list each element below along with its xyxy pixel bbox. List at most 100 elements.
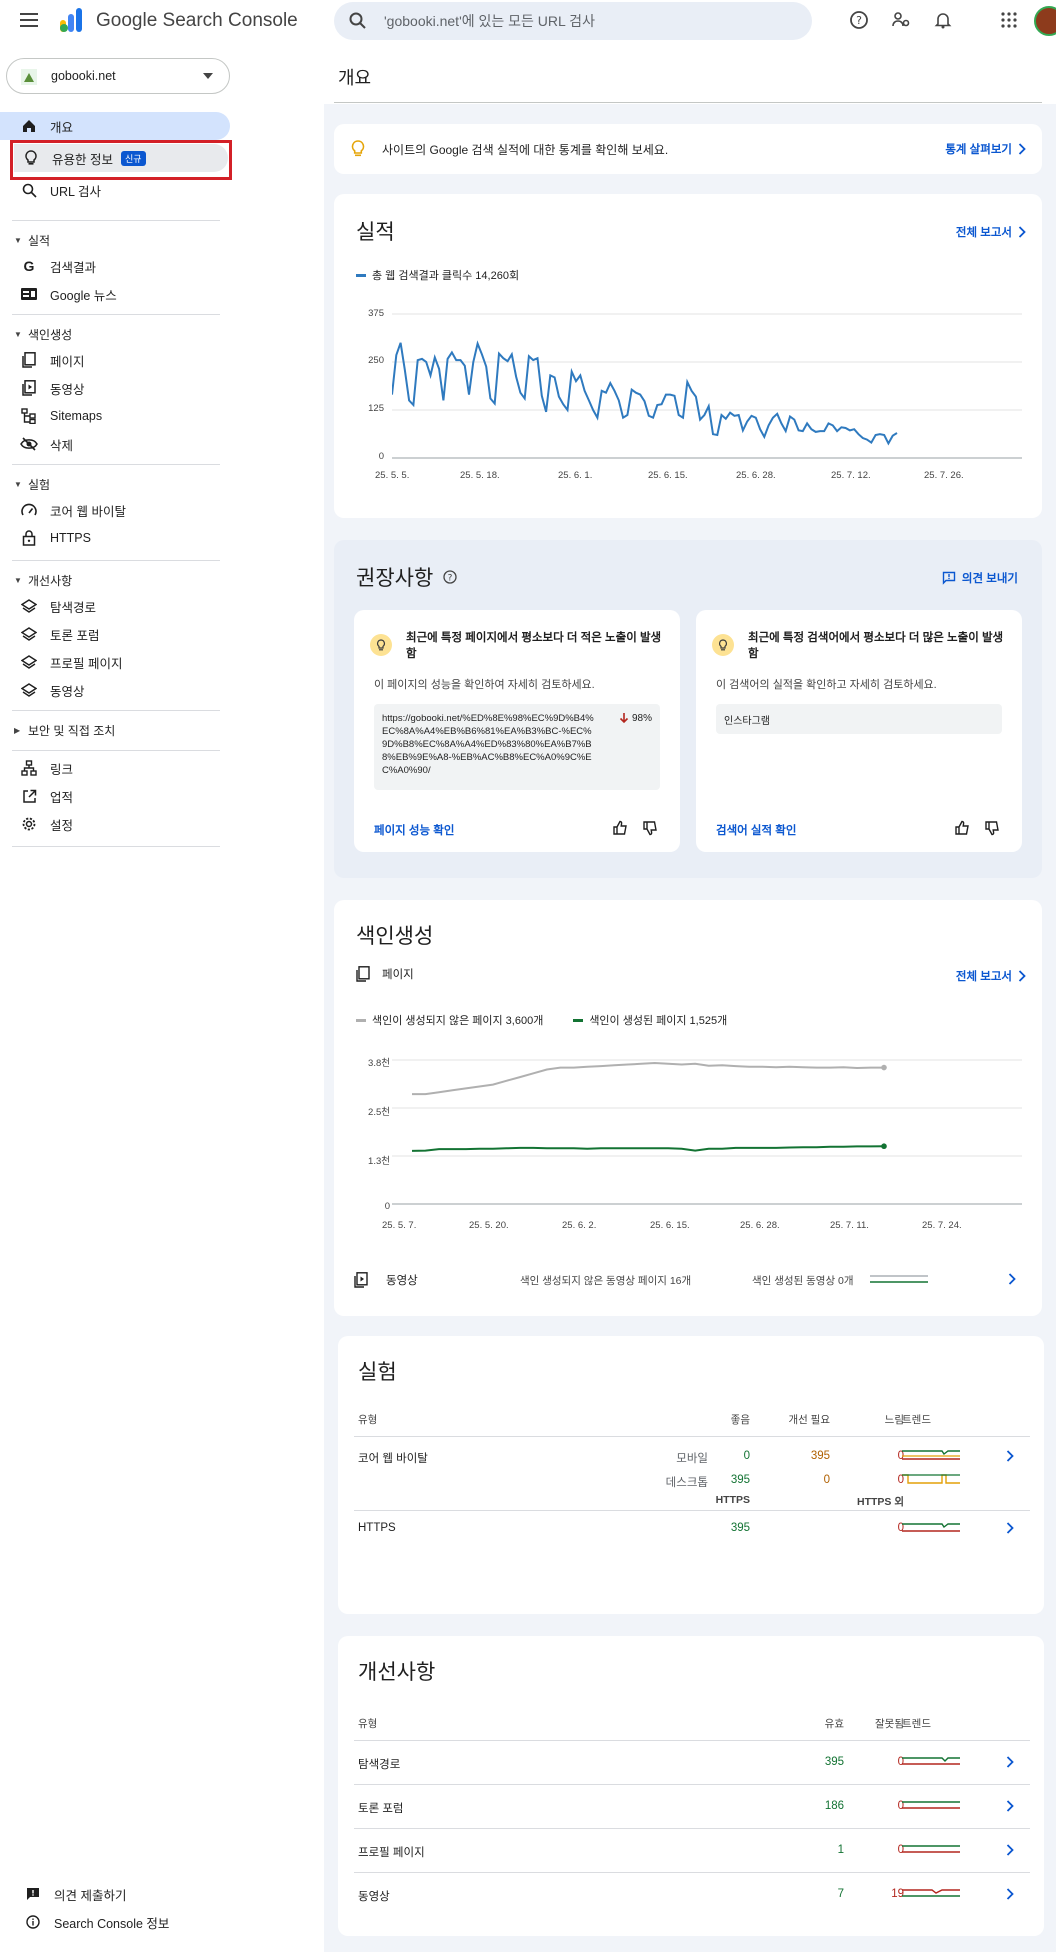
full-report-link[interactable]: 전체 보고서 <box>956 224 1026 240</box>
expand-triangle-icon: ▼ <box>14 575 22 585</box>
sidebar-item-links[interactable]: 링크 <box>12 754 230 782</box>
sidebar-item-https[interactable]: HTTPS <box>12 524 230 552</box>
sidebar-item-achievements[interactable]: 업적 <box>12 782 230 810</box>
sidebar-item-about[interactable]: Search Console 정보 <box>18 1908 236 1936</box>
divider <box>12 846 220 847</box>
enhancement-row-profile[interactable]: 프로필 페이지 1 0 <box>338 1830 1044 1870</box>
apps-grid-icon[interactable] <box>996 7 1022 33</box>
col-header-https: HTTPS <box>715 1494 750 1506</box>
hamburger-menu-icon[interactable] <box>16 7 42 33</box>
sidebar-item-label: Search Console 정보 <box>54 1916 170 1931</box>
invalid-value: 0 <box>897 1756 904 1768</box>
thumbs-down-icon[interactable] <box>642 820 658 836</box>
sidebar-item-settings[interactable]: 설정 <box>12 810 230 838</box>
sidebar-item-label: 설정 <box>50 818 74 833</box>
check-page-performance-link[interactable]: 페이지 성능 확인 <box>374 822 454 838</box>
video-indexed: 색인 생성된 동영상 0개 <box>752 1275 854 1287</box>
sidebar-item-insights[interactable]: 유용한 정보 신규 <box>14 144 228 172</box>
account-avatar[interactable] <box>1034 6 1056 36</box>
recommendations-card: 권장사항 ? 의견 보내기 최근에 특정 페이지에서 평소보다 더 적은 노출이… <box>334 540 1042 878</box>
legend-label: 색인이 생성되지 않은 페이지 3,600개 <box>372 1015 544 1027</box>
query-box[interactable]: 인스타그램 <box>716 704 1002 734</box>
sidebar-item-submit-feedback[interactable]: 의견 제출하기 <box>18 1880 236 1908</box>
sidebar-section-experience[interactable]: ▼ 실험 <box>14 474 50 494</box>
pages-icon <box>20 351 38 369</box>
row-divider <box>354 1436 1030 1437</box>
lock-icon <box>20 529 38 547</box>
thumbs-up-icon[interactable] <box>612 820 628 836</box>
explore-stats-link[interactable]: 통계 살펴보기 <box>945 141 1026 157</box>
manage-users-icon[interactable] <box>888 7 914 33</box>
search-input[interactable] <box>384 11 784 31</box>
sidebar-section-performance[interactable]: ▼ 실적 <box>14 230 50 250</box>
sidebar-item-overview[interactable]: 개요 <box>0 112 230 140</box>
pct-value: 98% <box>631 712 652 724</box>
x-tick: 25. 7. 26. <box>924 470 964 481</box>
video-icon <box>354 1272 368 1288</box>
url-inspect-search[interactable] <box>334 2 812 40</box>
check-query-performance-link[interactable]: 검색어 실적 확인 <box>716 822 796 838</box>
col-header-non-https: HTTPS 외 <box>857 1496 904 1508</box>
sidebar-item-profile-page[interactable]: 프로필 페이지 <box>12 648 230 676</box>
recommendation-item: 최근에 특정 검색어에서 평소보다 더 많은 노출이 발생함 이 검색어의 실적… <box>696 610 1022 852</box>
send-feedback-link[interactable]: 의견 보내기 <box>942 570 1018 586</box>
sidebar-item-pages[interactable]: 페이지 <box>12 346 230 374</box>
sidebar-item-core-web-vitals[interactable]: 코어 웹 바이탈 <box>12 496 230 524</box>
help-icon[interactable]: ? <box>846 7 872 33</box>
sidebar-item-breadcrumbs[interactable]: 탐색경로 <box>12 592 230 620</box>
enhancement-row-video[interactable]: 동영상 7 19 <box>338 1874 1044 1914</box>
full-report-link[interactable]: 전체 보고서 <box>956 968 1026 984</box>
property-name: gobooki.net <box>51 69 116 83</box>
sidebar-item-discussion-forum[interactable]: 토론 포럼 <box>12 620 230 648</box>
section-label: 실험 <box>28 477 51 492</box>
trend-sparkline <box>902 1757 960 1765</box>
sidebar-section-indexing[interactable]: ▼ 색인생성 <box>14 324 72 344</box>
chevron-right-icon <box>1006 1844 1014 1856</box>
sidebar-item-search-results[interactable]: G 검색결과 <box>12 252 230 280</box>
sidebar-item-label: URL 검사 <box>50 184 102 199</box>
cwv-row[interactable]: 코어 웹 바이탈 모바일 0 395 0 데스크톱 395 0 0 <box>338 1440 1044 1500</box>
chevron-right-icon <box>1018 143 1026 155</box>
series-line <box>392 340 898 446</box>
sidebar-item-label: 유용한 정보 <box>52 152 113 167</box>
section-label: 보안 및 직접 조치 <box>28 723 116 738</box>
gear-icon <box>20 815 38 833</box>
trend-sparkline <box>902 1801 960 1809</box>
sidebar-item-label: HTTPS <box>50 531 91 545</box>
divider <box>12 710 220 711</box>
row-label: 동영상 <box>358 1891 390 1903</box>
x-tick: 25. 7. 12. <box>831 470 871 481</box>
sidebar-section-enhancements[interactable]: ▼ 개선사항 <box>14 570 72 590</box>
sidebar-item-sitemaps[interactable]: Sitemaps <box>12 402 230 430</box>
sidebar-item-google-news[interactable]: Google 뉴스 <box>12 280 230 308</box>
row-label: 토론 포럼 <box>358 1803 404 1815</box>
change-pct: 98% <box>619 712 652 724</box>
chevron-right-icon <box>1006 1522 1014 1534</box>
video-label: 동영상 <box>386 1275 418 1287</box>
search-console-logo[interactable] <box>58 6 86 34</box>
notifications-icon[interactable] <box>930 7 956 33</box>
property-favicon-icon <box>21 69 37 85</box>
card-title: 개선사항 <box>358 1661 436 1684</box>
video-index-row[interactable]: 동영상 색인 생성되지 않은 동영상 페이지 16개 색인 생성된 동영상 0개 <box>354 1268 1024 1292</box>
card-title-row: 권장사항 ? <box>356 562 457 592</box>
sidebar-item-videos[interactable]: 동영상 <box>12 374 230 402</box>
property-selector[interactable]: gobooki.net <box>6 58 230 94</box>
google-g-icon: G <box>23 258 35 274</box>
sidebar-item-removals[interactable]: 삭제 <box>12 430 230 458</box>
enhancement-row-forum[interactable]: 토론 포럼 186 0 <box>338 1786 1044 1826</box>
collapse-triangle-icon: ▶ <box>14 725 21 735</box>
sidebar-section-security[interactable]: ▶ 보안 및 직접 조치 <box>14 720 115 740</box>
thumbs-down-icon[interactable] <box>984 820 1000 836</box>
sidebar-item-video-enhancement[interactable]: 동영상 <box>12 676 230 704</box>
sidebar-item-label: 프로필 페이지 <box>50 656 123 671</box>
https-row[interactable]: HTTPS 395 0 <box>338 1516 1044 1546</box>
chevron-right-icon <box>1006 1800 1014 1812</box>
sidebar-item-label: 의견 제출하기 <box>54 1888 127 1903</box>
help-icon[interactable]: ? <box>443 570 457 584</box>
thumbs-up-icon[interactable] <box>954 820 970 836</box>
invalid-value: 19 <box>891 1888 904 1900</box>
sidebar-item-url-inspection[interactable]: URL 검사 <box>12 176 230 204</box>
enhancement-row-breadcrumbs[interactable]: 탐색경로 395 0 <box>338 1742 1044 1782</box>
url-box[interactable]: https://gobooki.net/%ED%8E%98%EC%9D%B4%E… <box>374 704 660 790</box>
